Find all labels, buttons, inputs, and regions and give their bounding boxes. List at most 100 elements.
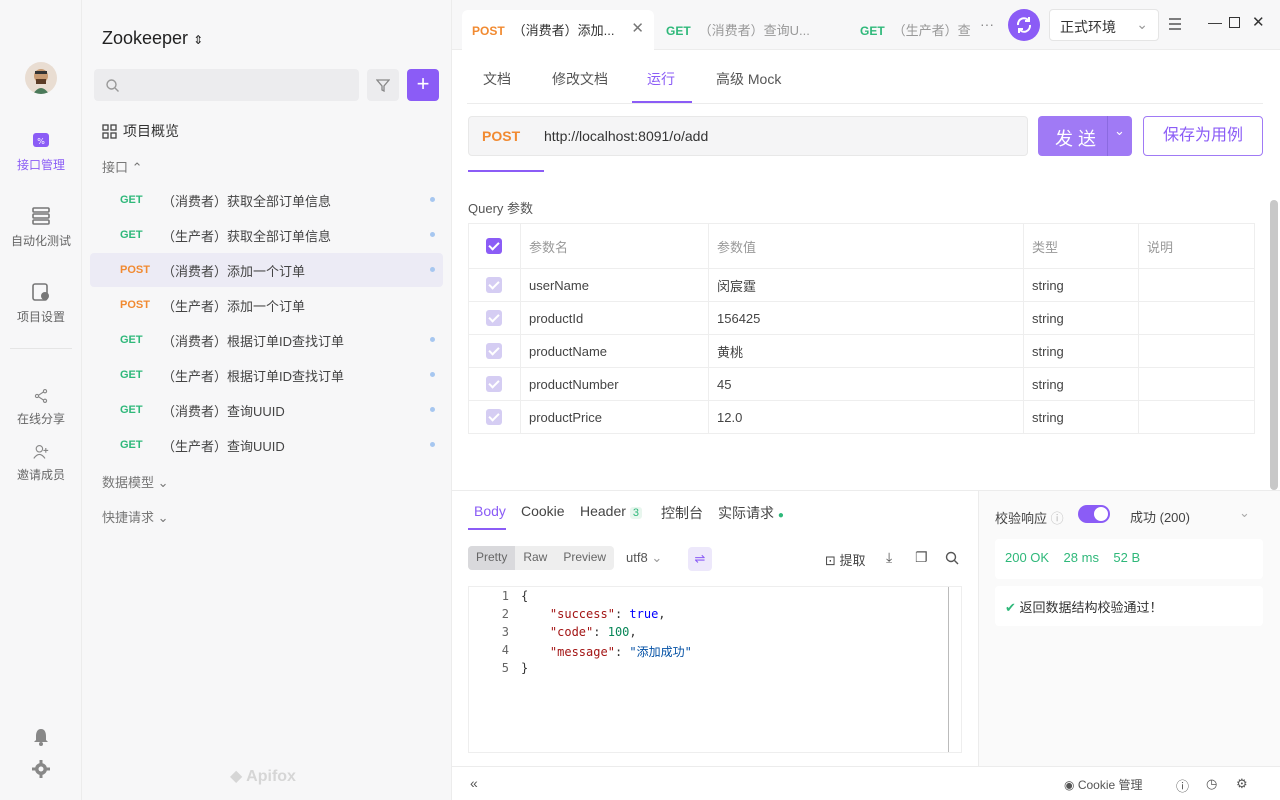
param-value[interactable]: 闵宸霆 bbox=[708, 268, 1024, 302]
row-checkbox[interactable] bbox=[486, 376, 502, 392]
api-item[interactable]: GET （消费者）查询UUID bbox=[90, 393, 443, 427]
api-item-selected[interactable]: POST （消费者）添加一个订单 bbox=[90, 253, 443, 287]
tab-actual-request[interactable]: 实际请求 ● bbox=[718, 503, 784, 523]
rail-settings[interactable]: 项目设置 bbox=[0, 282, 82, 325]
param-value[interactable]: 156425 bbox=[708, 301, 1024, 335]
row-checkbox[interactable] bbox=[486, 409, 502, 425]
collapse-icon[interactable]: « bbox=[470, 775, 478, 791]
row-checkbox[interactable] bbox=[486, 310, 502, 326]
api-item[interactable]: GET （生产者）获取全部订单信息 bbox=[90, 218, 443, 252]
tab-query-uuid-producer[interactable]: GET （生产者）查 bbox=[850, 10, 978, 50]
menu-icon[interactable] bbox=[1168, 18, 1182, 30]
row-checkbox[interactable] bbox=[486, 343, 502, 359]
param-desc[interactable] bbox=[1138, 400, 1255, 434]
tab-edit-doc[interactable]: 修改文档 bbox=[552, 69, 608, 89]
help-icon[interactable]: ⓘ bbox=[1051, 511, 1064, 526]
environment-select[interactable]: 正式环境 ⌄ bbox=[1049, 9, 1159, 41]
chevron-down-icon[interactable]: ⌄ bbox=[1114, 123, 1125, 139]
tab-run[interactable]: 运行 bbox=[647, 69, 675, 89]
save-as-case-button[interactable]: 保存为用例 bbox=[1143, 116, 1263, 156]
param-value[interactable]: 12.0 bbox=[708, 400, 1024, 434]
tab-advanced-mock[interactable]: 高级 Mock bbox=[716, 69, 781, 89]
param-desc[interactable] bbox=[1138, 334, 1255, 368]
help-circle-icon[interactable]: ⓘ bbox=[1176, 776, 1189, 795]
window-close-icon[interactable]: ✕ bbox=[1252, 13, 1265, 31]
history-icon[interactable]: ◷ bbox=[1206, 776, 1217, 792]
param-value[interactable]: 45 bbox=[708, 367, 1024, 401]
param-desc[interactable] bbox=[1138, 268, 1255, 302]
sync-button[interactable] bbox=[1008, 9, 1040, 41]
param-value[interactable]: 黄桃 bbox=[708, 334, 1024, 368]
send-button[interactable]: 发 送 ⌄ bbox=[1038, 116, 1132, 156]
filter-button[interactable] bbox=[367, 69, 399, 101]
tab-header[interactable]: Header 3 bbox=[580, 503, 642, 519]
api-item[interactable]: GET （消费者）根据订单ID查找订单 bbox=[90, 323, 443, 357]
search-input[interactable] bbox=[94, 69, 359, 101]
scrollbar[interactable] bbox=[1270, 200, 1278, 490]
rail-label: 邀请成员 bbox=[16, 468, 65, 482]
response-code-viewer[interactable]: 1 2 3 4 5 { "success": true, "code": 100… bbox=[468, 586, 962, 753]
rail-automation[interactable]: 自动化测试 bbox=[0, 206, 82, 249]
active-tab-underline bbox=[632, 101, 692, 103]
format-raw[interactable]: Raw bbox=[515, 546, 555, 570]
param-name[interactable]: userName bbox=[520, 268, 709, 302]
more-tabs-icon[interactable]: ··· bbox=[980, 16, 994, 32]
minimize-icon[interactable]: — bbox=[1208, 14, 1222, 30]
rail-share[interactable]: 在线分享 bbox=[0, 388, 82, 427]
api-item[interactable]: GET （消费者）获取全部订单信息 bbox=[90, 183, 443, 217]
add-button[interactable]: + bbox=[407, 69, 439, 101]
request-method[interactable]: POST bbox=[482, 128, 544, 144]
param-name[interactable]: productName bbox=[520, 334, 709, 368]
chevron-down-icon[interactable]: ⌄ bbox=[1239, 505, 1250, 521]
api-section-toggle[interactable]: 接口 ⌃ bbox=[102, 157, 143, 176]
copy-icon[interactable]: ❐ bbox=[915, 549, 928, 566]
gear-icon[interactable] bbox=[32, 760, 50, 778]
param-desc[interactable] bbox=[1138, 367, 1255, 401]
project-overview[interactable]: 项目概览 bbox=[102, 121, 179, 141]
param-type[interactable]: string bbox=[1023, 268, 1139, 302]
tab-cookie[interactable]: Cookie bbox=[521, 503, 565, 519]
extract-button[interactable]: ⊡ 提取 bbox=[825, 550, 866, 569]
code-scrollbar[interactable] bbox=[948, 587, 949, 752]
quick-requests-toggle[interactable]: 快捷请求 ⌄ bbox=[102, 507, 169, 526]
data-models-toggle[interactable]: 数据模型 ⌄ bbox=[102, 472, 169, 491]
format-preview[interactable]: Preview bbox=[555, 546, 614, 570]
api-item[interactable]: POST （生产者）添加一个订单 bbox=[90, 288, 443, 322]
url-input[interactable]: http://localhost:8091/o/add bbox=[544, 128, 708, 144]
download-icon[interactable]: ⤓ bbox=[886, 549, 892, 566]
param-type[interactable]: string bbox=[1023, 334, 1139, 368]
api-item[interactable]: GET （生产者）根据订单ID查找订单 bbox=[90, 358, 443, 392]
tab-console[interactable]: 控制台 bbox=[661, 503, 703, 523]
tab-query-uuid-consumer[interactable]: GET （消费者）查询U... bbox=[656, 10, 846, 50]
validate-toggle[interactable] bbox=[1078, 505, 1110, 523]
param-type[interactable]: string bbox=[1023, 400, 1139, 434]
param-name[interactable]: productNumber bbox=[520, 367, 709, 401]
api-item[interactable]: GET （生产者）查询UUID bbox=[90, 428, 443, 462]
param-type[interactable]: string bbox=[1023, 301, 1139, 335]
tab-doc[interactable]: 文档 bbox=[483, 69, 511, 89]
tab-body[interactable]: Body bbox=[474, 503, 506, 519]
header-checkbox-cell[interactable] bbox=[468, 223, 521, 269]
url-bar[interactable]: POST http://localhost:8091/o/add bbox=[468, 116, 1028, 156]
rail-invite[interactable]: 邀请成员 bbox=[0, 444, 82, 483]
param-desc[interactable] bbox=[1138, 301, 1255, 335]
table-row: productId 156425 string bbox=[468, 301, 1255, 335]
rail-api-management[interactable]: % 接口管理 bbox=[0, 130, 82, 173]
format-pretty[interactable]: Pretty bbox=[468, 546, 516, 570]
param-type[interactable]: string bbox=[1023, 367, 1139, 401]
param-name[interactable]: productPrice bbox=[520, 400, 709, 434]
settings-icon[interactable]: ⚙ bbox=[1236, 776, 1248, 792]
param-name[interactable]: productId bbox=[520, 301, 709, 335]
select-all-checkbox[interactable] bbox=[486, 238, 502, 254]
maximize-icon[interactable] bbox=[1229, 17, 1240, 28]
cookie-manager[interactable]: ◉ Cookie 管理 bbox=[1064, 776, 1143, 793]
notification-bell-icon[interactable] bbox=[33, 728, 49, 746]
encoding-select[interactable]: utf8 ⌄ bbox=[626, 550, 662, 566]
row-checkbox[interactable] bbox=[486, 277, 502, 293]
user-avatar[interactable] bbox=[25, 62, 57, 94]
project-switcher[interactable]: Zookeeper ⇕ bbox=[102, 28, 203, 49]
tab-add-order-consumer[interactable]: POST （消费者）添加... ✕ bbox=[462, 10, 654, 50]
search-icon[interactable] bbox=[945, 551, 959, 565]
wrap-icon[interactable]: ⇌ bbox=[688, 547, 712, 571]
close-icon[interactable]: ✕ bbox=[631, 19, 644, 37]
